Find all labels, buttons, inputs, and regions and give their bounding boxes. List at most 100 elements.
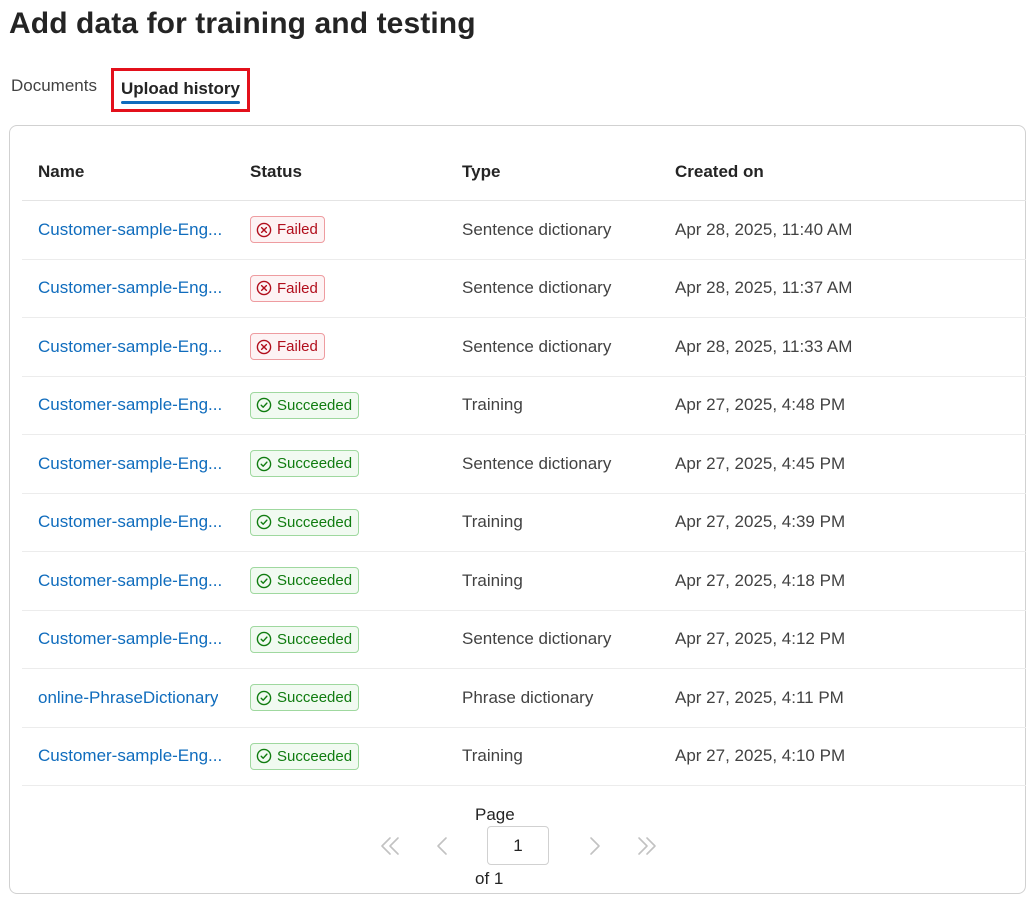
status-badge: Failed [250,274,325,302]
name-cell: Customer-sample-Eng... [38,611,238,669]
table-row[interactable]: Customer-sample-Eng... Succeeded Training A… [22,728,1026,786]
table-row[interactable]: Customer-sample-Eng... Succeeded Training A… [22,377,1026,435]
last-page-button[interactable] [633,832,661,860]
status-cell: Succeeded [250,377,450,435]
status-cell: Succeeded [250,728,450,786]
type-cell: Sentence dictionary [462,260,662,318]
status-badge: Succeeded [250,742,360,770]
status-badge-label: Failed [277,338,318,356]
status-cell: Succeeded [250,669,450,727]
table-row[interactable]: Customer-sample-Eng... Succeeded Sentence … [22,611,1026,669]
created-on-date: Apr 27, 2025, 4:39 PM [675,512,846,532]
status-cell: Succeeded [250,494,450,552]
table-row[interactable]: Customer-sample-Eng... Failed Sentence dic… [22,260,1026,318]
column-header-type: Type [462,162,501,181]
table-row[interactable]: Customer-sample-Eng... Succeeded Training A… [22,552,1026,611]
status-badge: Succeeded [250,684,360,712]
checkmark-circle-icon [256,748,272,764]
upload-name-link[interactable]: Customer-sample-Eng... [38,746,222,766]
status-badge-label: Succeeded [277,396,353,414]
error-circle-icon [256,280,272,296]
created-on-cell: Apr 27, 2025, 4:11 PM [675,669,975,727]
upload-name-link[interactable]: online-PhraseDictionary [38,688,218,708]
table-row[interactable]: Customer-sample-Eng... Succeeded Training A… [22,494,1026,552]
checkmark-circle-icon [256,573,272,589]
status-badge: Succeeded [250,450,360,478]
table-row[interactable]: Customer-sample-Eng... Failed Sentence dic… [22,318,1026,377]
created-on-cell: Apr 28, 2025, 11:33 AM [675,318,975,376]
name-cell: Customer-sample-Eng... [38,201,238,259]
chevron-right-icon [590,837,600,855]
created-on-date: Apr 27, 2025, 4:18 PM [675,570,846,590]
type-cell: Training [462,494,662,552]
created-on-cell: Apr 27, 2025, 4:39 PM [675,494,975,552]
column-header-created-on: Created on [675,162,764,181]
type-cell: Training [462,377,662,435]
double-chevron-left-icon [381,837,399,855]
type-cell: Training [462,552,662,610]
document-type: Training [462,512,523,532]
tab-documents[interactable]: Documents [11,68,97,112]
status-cell: Failed [250,260,450,318]
status-badge: Succeeded [250,391,360,419]
status-cell: Failed [250,201,450,259]
created-on-cell: Apr 27, 2025, 4:45 PM [675,435,975,493]
tab-list: Documents Upload history [0,68,400,114]
chevron-left-icon [437,837,447,855]
checkmark-circle-icon [256,631,272,647]
type-cell: Sentence dictionary [462,611,662,669]
upload-name-link[interactable]: Customer-sample-Eng... [38,220,222,240]
status-cell: Succeeded [250,552,450,610]
type-cell: Sentence dictionary [462,318,662,376]
document-type: Sentence dictionary [462,336,612,356]
tab-upload-history-label: Upload history [120,79,240,98]
status-cell: Failed [250,318,450,376]
first-page-button[interactable] [376,832,404,860]
upload-name-link[interactable]: Customer-sample-Eng... [38,629,222,649]
checkmark-circle-icon [256,690,272,706]
table-header-row: Name Status Type Created on [22,144,1026,201]
status-badge-label: Failed [277,221,318,239]
table-body: Customer-sample-Eng... Failed Sentence dic… [22,201,1026,786]
upload-name-link[interactable]: Customer-sample-Eng... [38,395,222,415]
checkmark-circle-icon [256,514,272,530]
status-badge: Succeeded [250,508,360,536]
document-type: Sentence dictionary [462,629,612,649]
tab-upload-history[interactable]: Upload history [111,68,250,112]
page-number-input[interactable] [487,826,549,865]
upload-name-link[interactable]: Customer-sample-Eng... [38,278,222,298]
created-on-date: Apr 27, 2025, 4:45 PM [675,453,846,473]
table-row[interactable]: Customer-sample-Eng... Failed Sentence dic… [22,201,1026,260]
type-cell: Sentence dictionary [462,201,662,259]
name-cell: Customer-sample-Eng... [38,494,238,552]
document-type: Sentence dictionary [462,453,612,473]
status-badge-label: Failed [277,279,318,297]
column-header-name: Name [38,162,85,181]
created-on-cell: Apr 27, 2025, 4:18 PM [675,552,975,610]
double-chevron-right-icon [638,837,656,855]
type-cell: Phrase dictionary [462,669,662,727]
document-type: Sentence dictionary [462,219,612,239]
document-type: Sentence dictionary [462,278,612,298]
upload-name-link[interactable]: Customer-sample-Eng... [38,571,222,591]
created-on-date: Apr 27, 2025, 4:48 PM [675,395,846,415]
previous-page-button[interactable] [428,832,456,860]
checkmark-circle-icon [256,456,272,472]
upload-name-link[interactable]: Customer-sample-Eng... [38,512,222,532]
table-row[interactable]: online-PhraseDictionary Succeeded Phrase d… [22,669,1026,728]
name-cell: Customer-sample-Eng... [38,552,238,610]
pagination: Page 1 of 1 [10,798,1027,893]
status-badge: Succeeded [250,567,360,595]
table-row[interactable]: Customer-sample-Eng... Succeeded Sentence … [22,435,1026,494]
created-on-date: Apr 27, 2025, 4:11 PM [675,687,844,707]
upload-name-link[interactable]: Customer-sample-Eng... [38,454,222,474]
created-on-date: Apr 28, 2025, 11:37 AM [675,278,853,298]
page: Add data for training and testing Docume… [0,0,1036,906]
next-page-button[interactable] [581,832,609,860]
type-cell: Sentence dictionary [462,435,662,493]
created-on-cell: Apr 27, 2025, 4:12 PM [675,611,975,669]
upload-name-link[interactable]: Customer-sample-Eng... [38,337,222,357]
created-on-cell: Apr 28, 2025, 11:40 AM [675,201,975,259]
name-cell: online-PhraseDictionary [38,669,238,727]
pagination-label: Page [475,805,515,824]
